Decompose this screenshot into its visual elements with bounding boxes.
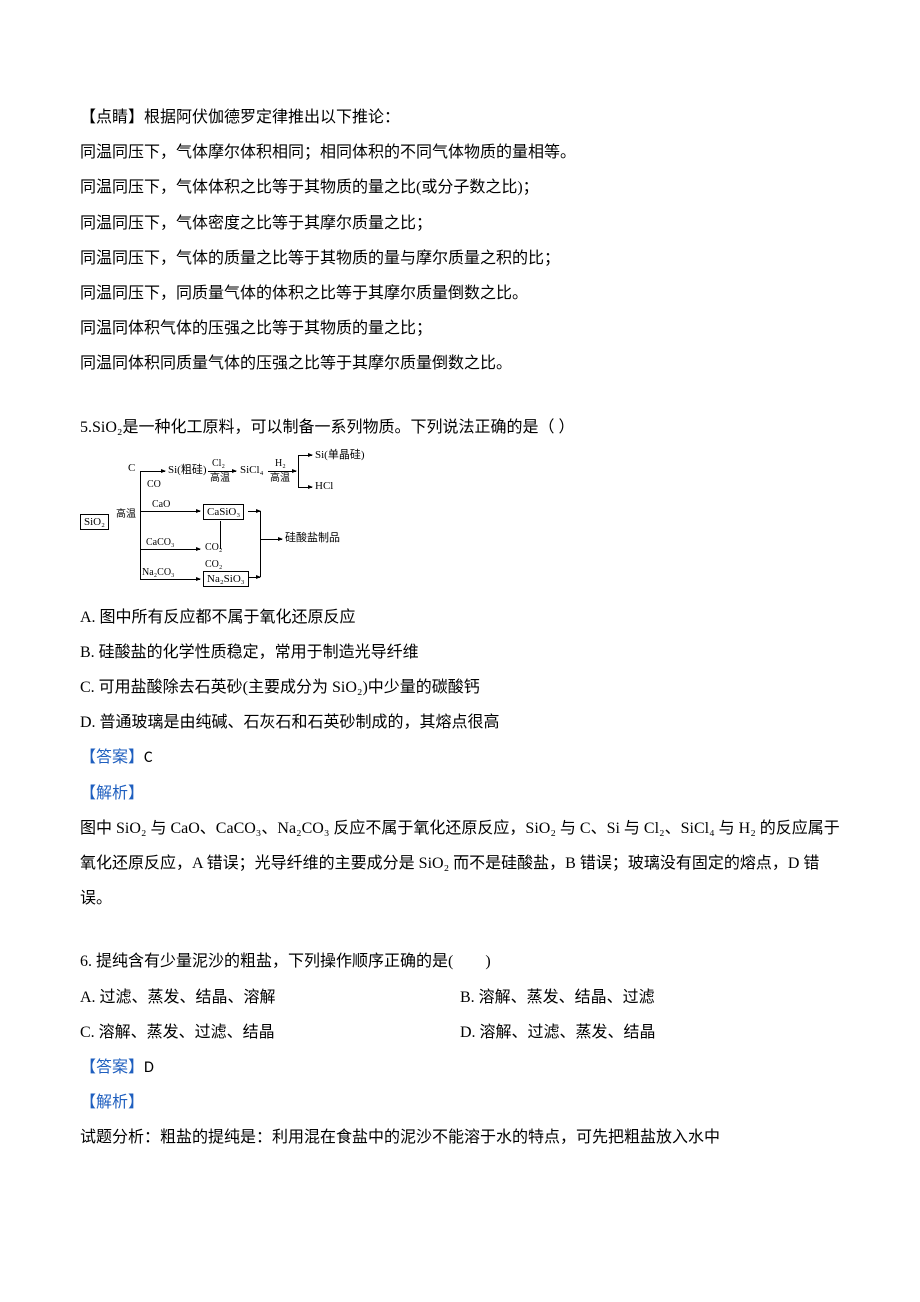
line: [220, 521, 221, 549]
label-na2co3: Na₂CO₃: [142, 567, 175, 578]
tip-line: 同温同压下，气体密度之比等于其摩尔质量之比；: [80, 206, 840, 241]
q5-analysis: 图中 SiO₂ 与 CaO、CaCO₃、Na₂CO₃ 反应不属于氧化还原反应，S…: [80, 811, 840, 917]
node-casio3: CaSiO₃: [203, 504, 244, 520]
q5-stem: 5.SiO₂是一种化工原料，可以制备一系列物质。下列说法正确的是（ ）: [80, 410, 840, 445]
q6-stem: 6. 提纯含有少量泥沙的粗盐，下列操作顺序正确的是( ): [80, 944, 840, 979]
arrow: [268, 471, 296, 472]
arrow: [208, 471, 236, 472]
arrow: [140, 579, 200, 580]
label-hitemp3: 高温: [270, 473, 290, 484]
label-cl2: Cl₂: [212, 458, 225, 469]
label-hitemp: 高温: [116, 509, 136, 520]
arrow: [248, 511, 260, 512]
q5-option-c: C. 可用盐酸除去石英砂(主要成分为 SiO₂)中少量的碳酸钙: [80, 670, 840, 705]
tip-line: 同温同体积气体的压强之比等于其物质的量之比；: [80, 311, 840, 346]
q6-analysis: 试题分析：粗盐的提纯是：利用混在食盐中的泥沙不能溶于水的特点，可先把粗盐放入水中: [80, 1120, 840, 1155]
line: [260, 511, 261, 577]
tip-line: 同温同压下，气体体积之比等于其物质的量之比(或分子数之比)；: [80, 170, 840, 205]
label-co: CO: [147, 479, 161, 490]
q6-option-a: A. 过滤、蒸发、结晶、溶解: [80, 980, 460, 1015]
node-silicate: 硅酸盐制品: [285, 532, 340, 544]
q5-option-d: D. 普通玻璃是由纯碱、石灰石和石英砂制成的，其熔点很高: [80, 705, 840, 740]
node-c: C: [128, 462, 135, 474]
tip-line: 同温同体积同质量气体的压强之比等于其摩尔质量倒数之比。: [80, 346, 840, 381]
q6-analysis-label: 【解析】: [80, 1085, 840, 1120]
label-co2-2: CO₂: [205, 559, 222, 570]
node-sicl4: SiCl₄: [240, 464, 263, 476]
line: [140, 471, 141, 579]
node-sio2: SiO₂: [80, 514, 109, 530]
node-hcl: HCl: [315, 480, 333, 492]
q6-answer: D: [144, 1058, 154, 1077]
tip-heading: 【点睛】根据阿伏伽德罗定律推出以下推论：: [80, 100, 840, 135]
arrow: [298, 455, 312, 456]
node-si-crude: Si(粗硅): [168, 464, 207, 476]
q5-option-b: B. 硅酸盐的化学性质稳定，常用于制造光导纤维: [80, 635, 840, 670]
tip-line: 同温同压下，气体摩尔体积相同；相同体积的不同气体物质的量相等。: [80, 135, 840, 170]
q6-option-d: D. 溶解、过滤、蒸发、结晶: [460, 1015, 840, 1050]
node-na2sio3: Na₂SiO₃: [203, 571, 249, 587]
q6-option-b: B. 溶解、蒸发、结晶、过滤: [460, 980, 840, 1015]
arrow: [298, 487, 312, 488]
arrow: [140, 549, 200, 550]
q6-option-c: C. 溶解、蒸发、过滤、结晶: [80, 1015, 460, 1050]
q5-answer: C: [144, 748, 153, 767]
tip-line: 同温同压下，气体的质量之比等于其物质的量与摩尔质量之积的比；: [80, 241, 840, 276]
arrow: [140, 471, 165, 472]
answer-label: 【答案】: [80, 1059, 144, 1076]
q5-diagram: SiO₂ 高温 C CO Si(粗硅) Cl₂ 高温 SiCl₄ H₂ 高温 S…: [80, 449, 380, 594]
label-h2: H₂: [275, 458, 286, 469]
answer-label: 【答案】: [80, 749, 144, 766]
arrow: [140, 511, 200, 512]
label-caco3: CaCO₃: [146, 537, 175, 548]
tip-line: 同温同压下，同质量气体的体积之比等于其摩尔质量倒数之比。: [80, 276, 840, 311]
q6-answer-line: 【答案】D: [80, 1050, 840, 1085]
q5-analysis-label: 【解析】: [80, 776, 840, 811]
arrow: [248, 577, 260, 578]
line: [298, 455, 299, 487]
node-si-pure: Si(单晶硅): [315, 449, 365, 461]
q5-answer-line: 【答案】C: [80, 740, 840, 775]
label-cao: CaO: [152, 499, 170, 510]
label-hitemp2: 高温: [210, 473, 230, 484]
arrow: [260, 539, 282, 540]
q5-option-a: A. 图中所有反应都不属于氧化还原反应: [80, 600, 840, 635]
